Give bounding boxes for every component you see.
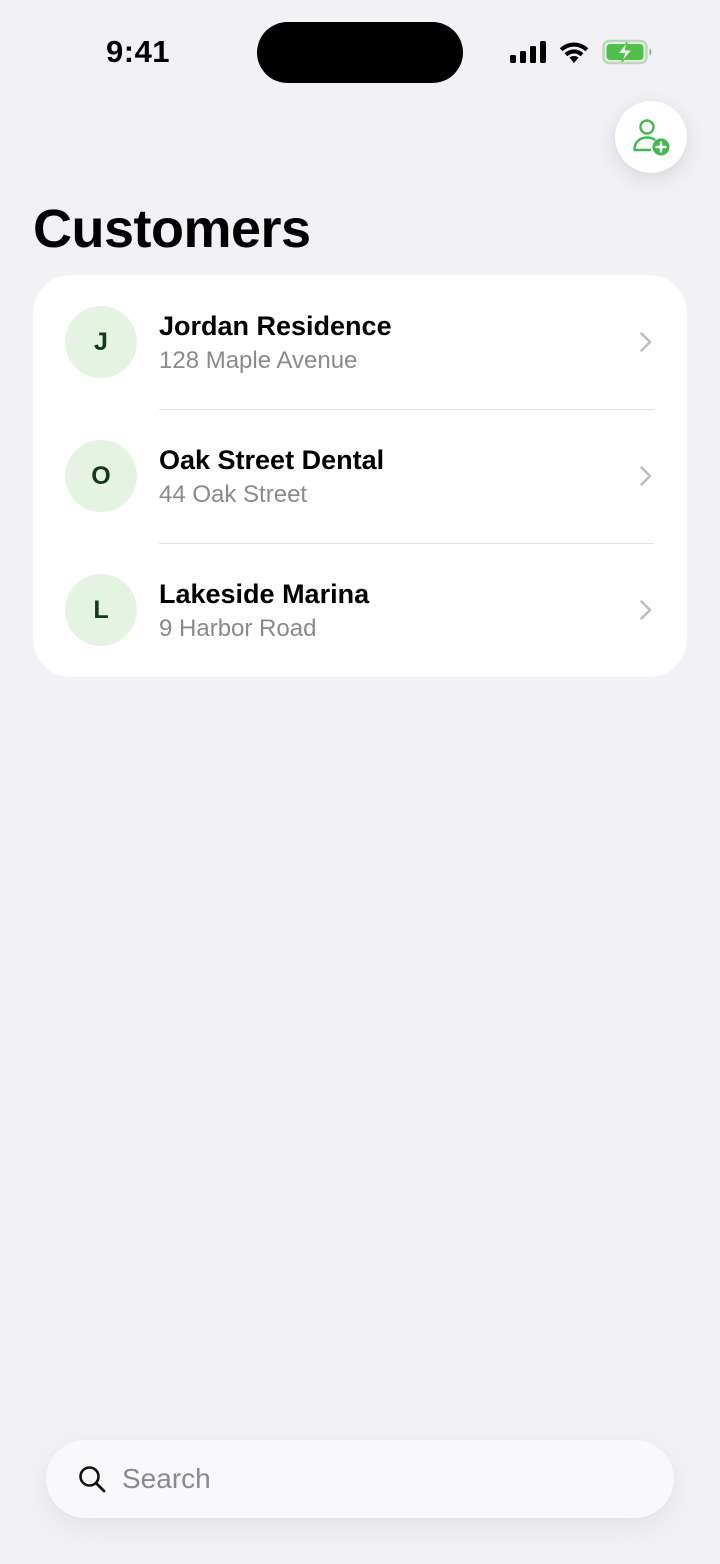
customer-row-text: Lakeside Marina 9 Harbor Road — [159, 577, 369, 645]
customer-list: J Jordan Residence 128 Maple Avenue O Oa… — [33, 275, 687, 677]
battery-charging-icon — [602, 39, 652, 65]
avatar: J — [65, 306, 137, 378]
chevron-right-icon — [640, 600, 652, 620]
status-icons — [510, 38, 654, 66]
dynamic-island — [257, 22, 463, 83]
add-customer-button[interactable] — [615, 101, 687, 173]
customer-name: Lakeside Marina — [159, 579, 370, 609]
customer-address: 44 Oak Street — [159, 481, 308, 508]
customer-row[interactable]: J Jordan Residence 128 Maple Avenue — [33, 275, 687, 409]
customer-name: Jordan Residence — [159, 311, 392, 341]
status-time: 9:41 — [106, 34, 171, 69]
customer-name: Oak Street Dental — [159, 445, 385, 475]
customer-row[interactable]: L Lakeside Marina 9 Harbor Road — [33, 543, 687, 677]
chevron-right-icon — [640, 332, 652, 352]
search-bar[interactable] — [46, 1440, 674, 1518]
customer-row-text: Oak Street Dental 44 Oak Street — [159, 443, 384, 511]
wifi-icon — [559, 42, 589, 63]
cellular-signal-icon — [510, 41, 546, 63]
avatar: O — [65, 440, 137, 512]
search-input[interactable] — [122, 1440, 642, 1518]
customer-row[interactable]: O Oak Street Dental 44 Oak Street — [33, 409, 687, 543]
customer-address: 9 Harbor Road — [159, 615, 317, 642]
status-bar: 9:41 — [0, 0, 720, 104]
chevron-right-icon — [640, 466, 652, 486]
search-icon — [79, 1466, 106, 1493]
customer-address: 128 Maple Avenue — [159, 347, 358, 374]
customers-screen: 9:41 Customers J Jordan Residence 128 Ma… — [0, 0, 720, 1564]
page-title: Customers — [33, 199, 311, 259]
add-person-icon — [633, 119, 670, 156]
avatar: L — [65, 574, 137, 646]
customer-row-text: Jordan Residence 128 Maple Avenue — [159, 309, 392, 377]
